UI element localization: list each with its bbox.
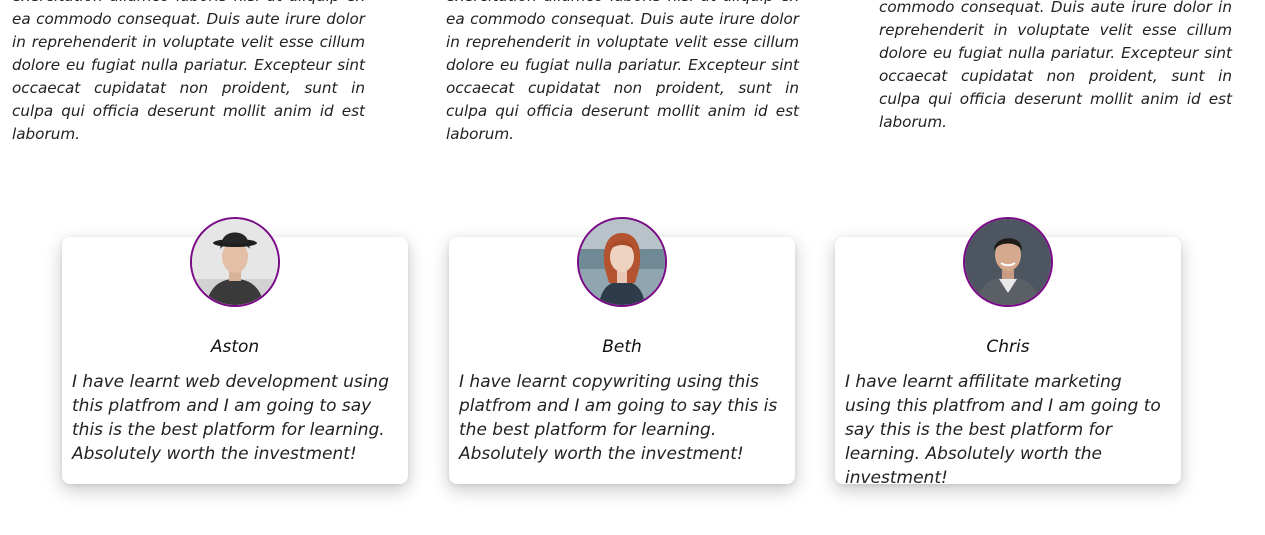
avatar <box>577 217 667 307</box>
testimonial-quote: I have learnt web development using this… <box>72 372 389 464</box>
testimonial-name: Chris <box>986 337 1030 357</box>
testimonial-card: Beth I have learnt copywriting using thi… <box>449 217 795 484</box>
testimonial-name: Aston <box>210 337 260 357</box>
intro-paragraph: exercitation ullamco laboris nisi ut ali… <box>446 0 799 143</box>
testimonial-card: Aston I have learnt web development usin… <box>62 217 408 484</box>
intro-paragraph: commodo consequat. Duis aute irure dolor… <box>879 0 1232 131</box>
testimonial-name: Beth <box>602 337 642 357</box>
testimonial-quote: I have learnt affilitate marketing using… <box>845 372 1161 488</box>
intro-section: exercitation ullamco laboris nisi ut ali… <box>0 0 1265 143</box>
testimonial-quote: I have learnt copywriting using this pla… <box>459 372 778 464</box>
person-photo-icon <box>965 219 1051 305</box>
avatar <box>963 217 1053 307</box>
intro-paragraph: exercitation ullamco laboris nisi ut ali… <box>12 0 365 143</box>
avatar <box>190 217 280 307</box>
person-photo-icon <box>579 219 665 305</box>
testimonials-section: Aston I have learnt web development usin… <box>0 210 1265 510</box>
person-photo-icon <box>192 219 278 305</box>
testimonial-card: Chris I have learnt affilitate marketing… <box>835 217 1181 488</box>
